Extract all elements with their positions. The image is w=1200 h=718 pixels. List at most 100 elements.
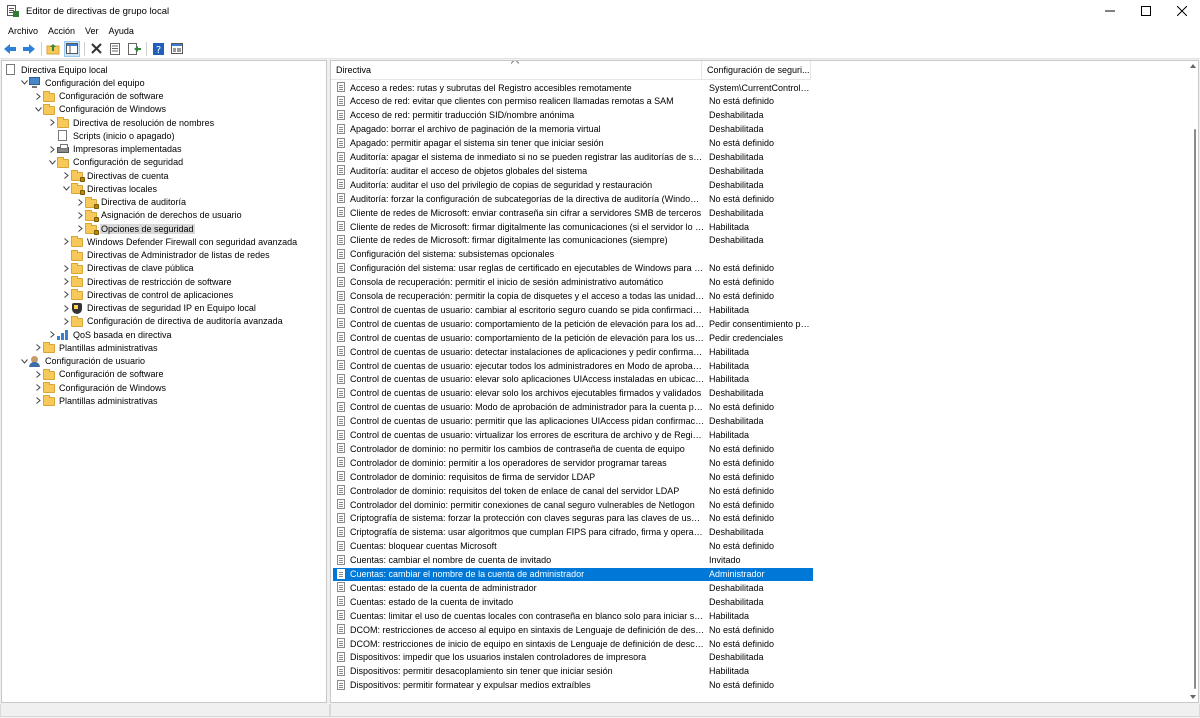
policy-row[interactable]: Control de cuentas de usuario: elevar so…: [333, 387, 813, 400]
menu-accion[interactable]: Acción: [43, 26, 80, 36]
tree-node[interactable]: Directivas de seguridad IP en Equipo loc…: [61, 302, 257, 315]
policy-row[interactable]: Controlador de dominio: requisitos de fi…: [333, 470, 813, 483]
chevron-right-icon[interactable]: [61, 262, 71, 275]
tree-node[interactable]: Directivas de restricción de software: [61, 275, 233, 288]
policy-row[interactable]: Control de cuentas de usuario: permitir …: [333, 415, 813, 428]
menu-ayuda[interactable]: Ayuda: [104, 26, 139, 36]
policy-row[interactable]: Controlador del dominio: permitir conexi…: [333, 498, 813, 511]
policy-row[interactable]: Control de cuentas de usuario: comportam…: [333, 317, 813, 330]
policy-row[interactable]: Auditoría: forzar la configuración de su…: [333, 192, 813, 205]
chevron-right-icon[interactable]: [33, 368, 43, 381]
policy-row[interactable]: DCOM: restricciones de inicio de equipo …: [333, 637, 813, 650]
policy-row[interactable]: Control de cuentas de usuario: elevar so…: [333, 373, 813, 386]
policy-row[interactable]: Dispositivos: permitir formatear y expul…: [333, 679, 813, 692]
policy-row[interactable]: Criptografía de sistema: forzar la prote…: [333, 512, 813, 525]
back-button[interactable]: [2, 41, 18, 57]
chevron-down-icon[interactable]: [61, 182, 71, 195]
tree-node[interactable]: Configuración de Windows: [33, 103, 167, 116]
chevron-right-icon[interactable]: [61, 302, 71, 315]
policy-row[interactable]: Cuentas: cambiar el nombre de cuenta de …: [333, 554, 813, 567]
scrollbar-thumb[interactable]: [1194, 129, 1196, 689]
tree-node[interactable]: Impresoras implementadas: [47, 143, 183, 156]
chevron-right-icon[interactable]: [33, 394, 43, 407]
policy-row[interactable]: Controlador de dominio: permitir a los o…: [333, 456, 813, 469]
tree-node[interactable]: Directiva de resolución de nombres: [47, 116, 215, 129]
tree-node[interactable]: Directivas locales: [61, 182, 158, 196]
policy-row[interactable]: Control de cuentas de usuario: ejecutar …: [333, 359, 813, 372]
tree-node[interactable]: Directivas de clave pública: [61, 262, 195, 275]
policy-row[interactable]: Configuración del sistema: usar reglas d…: [333, 262, 813, 275]
menu-archivo[interactable]: Archivo: [3, 26, 43, 36]
tree-node[interactable]: Configuración de directiva de auditoría …: [61, 315, 284, 328]
policy-row[interactable]: Acceso de red: permitir traducción SID/n…: [333, 109, 813, 122]
console-view-button[interactable]: [169, 41, 185, 57]
tree-node[interactable]: Directiva de auditoría: [75, 196, 187, 209]
chevron-down-icon[interactable]: [33, 103, 43, 116]
tree-node[interactable]: Configuración de usuario: [19, 355, 146, 368]
tree-node[interactable]: Windows Defender Firewall con seguridad …: [61, 235, 298, 248]
chevron-right-icon[interactable]: [61, 235, 71, 248]
policy-row[interactable]: Auditoría: apagar el sistema de inmediat…: [333, 151, 813, 164]
tree-node[interactable]: Directivas de Administrador de listas de…: [61, 249, 271, 262]
chevron-right-icon[interactable]: [47, 328, 57, 341]
tree-node[interactable]: Configuración de seguridad: [47, 156, 184, 169]
policy-row[interactable]: Apagado: borrar el archivo de paginación…: [333, 123, 813, 136]
policy-row[interactable]: Consola de recuperación: permitir la cop…: [333, 290, 813, 303]
policy-row[interactable]: Acceso a redes: rutas y subrutas del Reg…: [333, 81, 813, 94]
policy-row[interactable]: Control de cuentas de usuario: cambiar a…: [333, 303, 813, 316]
maximize-button[interactable]: [1128, 0, 1164, 22]
policy-row[interactable]: Cliente de redes de Microsoft: firmar di…: [333, 220, 813, 233]
tree-node[interactable]: Plantillas administrativas: [33, 394, 159, 407]
tree-node[interactable]: Configuración de Windows: [33, 381, 167, 394]
scroll-down-arrow[interactable]: [1189, 693, 1197, 701]
help-button[interactable]: ?: [150, 41, 166, 57]
tree-node[interactable]: Configuración de software: [33, 90, 165, 103]
menu-ver[interactable]: Ver: [80, 26, 104, 36]
policy-row[interactable]: Configuración del sistema: subsistemas o…: [333, 248, 813, 261]
policy-row[interactable]: Cuentas: estado de la cuenta de invitado…: [333, 595, 813, 608]
tree-node[interactable]: Asignación de derechos de usuario: [75, 209, 243, 222]
policy-row[interactable]: Acceso de red: evitar que clientes con p…: [333, 95, 813, 108]
chevron-right-icon[interactable]: [75, 196, 85, 209]
close-button[interactable]: [1164, 0, 1200, 22]
column-header-configuracion[interactable]: Configuración de seguri...: [702, 61, 811, 80]
vertical-scrollbar[interactable]: [1188, 61, 1198, 702]
policy-row[interactable]: Criptografía de sistema: usar algoritmos…: [333, 526, 813, 539]
chevron-right-icon[interactable]: [47, 143, 57, 156]
policy-row[interactable]: Cliente de redes de Microsoft: firmar di…: [333, 234, 813, 247]
tree-node[interactable]: Configuración de software: [33, 368, 165, 381]
chevron-right-icon[interactable]: [33, 341, 43, 354]
chevron-down-icon[interactable]: [19, 76, 29, 89]
tree-node[interactable]: Scripts (inicio o apagado): [47, 129, 176, 142]
tree-node[interactable]: Directiva Equipo local: [5, 63, 109, 76]
policy-row[interactable]: Cuentas: cambiar el nombre de la cuenta …: [333, 567, 813, 581]
policy-row[interactable]: Cuentas: limitar el uso de cuentas local…: [333, 609, 813, 622]
policy-row[interactable]: Auditoría: auditar el acceso de objetos …: [333, 164, 813, 177]
policy-row[interactable]: Auditoría: auditar el uso del privilegio…: [333, 178, 813, 191]
delete-button[interactable]: [88, 41, 104, 57]
minimize-button[interactable]: [1092, 0, 1128, 22]
chevron-right-icon[interactable]: [61, 315, 71, 328]
chevron-down-icon[interactable]: [19, 355, 29, 368]
chevron-right-icon[interactable]: [61, 169, 71, 182]
chevron-right-icon[interactable]: [33, 90, 43, 103]
policy-row[interactable]: Controlador de dominio: no permitir los …: [333, 442, 813, 455]
chevron-right-icon[interactable]: [33, 381, 43, 394]
policy-row[interactable]: Control de cuentas de usuario: Modo de a…: [333, 401, 813, 414]
policy-row[interactable]: Cliente de redes de Microsoft: enviar co…: [333, 206, 813, 219]
tree-node[interactable]: Opciones de seguridad: [75, 222, 195, 235]
policy-row[interactable]: Controlador de dominio: requisitos del t…: [333, 484, 813, 497]
export-list-button[interactable]: [126, 41, 142, 57]
column-header-directiva[interactable]: Directiva: [331, 61, 702, 80]
properties-button[interactable]: [107, 41, 123, 57]
policy-row[interactable]: Cuentas: bloquear cuentas Microsoft No es…: [333, 540, 813, 553]
show-hide-tree-button[interactable]: [64, 40, 80, 57]
forward-button[interactable]: [21, 41, 37, 57]
tree-node[interactable]: Directivas de cuenta: [61, 169, 170, 182]
chevron-right-icon[interactable]: [61, 275, 71, 288]
chevron-right-icon[interactable]: [61, 288, 71, 301]
policy-row[interactable]: DCOM: restricciones de acceso al equipo …: [333, 623, 813, 636]
policy-row[interactable]: Control de cuentas de usuario: virtualiz…: [333, 429, 813, 442]
policy-row[interactable]: Dispositivos: permitir desacoplamiento s…: [333, 665, 813, 678]
tree-node[interactable]: Plantillas administrativas: [33, 341, 159, 354]
